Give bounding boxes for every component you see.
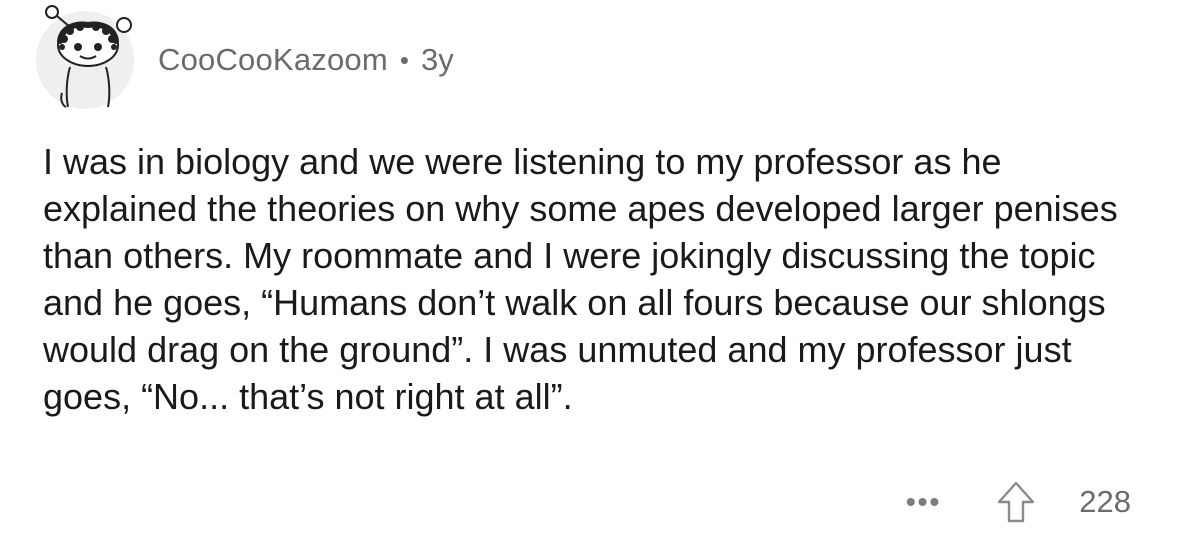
comment-header: CooCooKazoom • 3y <box>36 5 454 110</box>
comment-body: I was in biology and we were listening t… <box>43 141 1118 417</box>
comment-age: 3y <box>420 42 454 77</box>
snoo-avatar-icon <box>45 5 132 108</box>
comment: CooCooKazoom • 3y I was in biology and w… <box>0 0 1179 536</box>
comment-actions: ••• 228 <box>906 474 1131 530</box>
meta-separator: • <box>399 44 409 75</box>
vote-score: 228 <box>1079 484 1131 519</box>
avatar[interactable] <box>36 5 134 109</box>
comment-meta: CooCooKazoom • 3y <box>158 42 454 78</box>
username-link[interactable]: CooCooKazoom <box>158 42 388 78</box>
upvote-arrow-icon <box>998 481 1035 523</box>
more-options-button[interactable]: ••• <box>906 488 941 516</box>
upvote-button[interactable] <box>993 479 1039 525</box>
